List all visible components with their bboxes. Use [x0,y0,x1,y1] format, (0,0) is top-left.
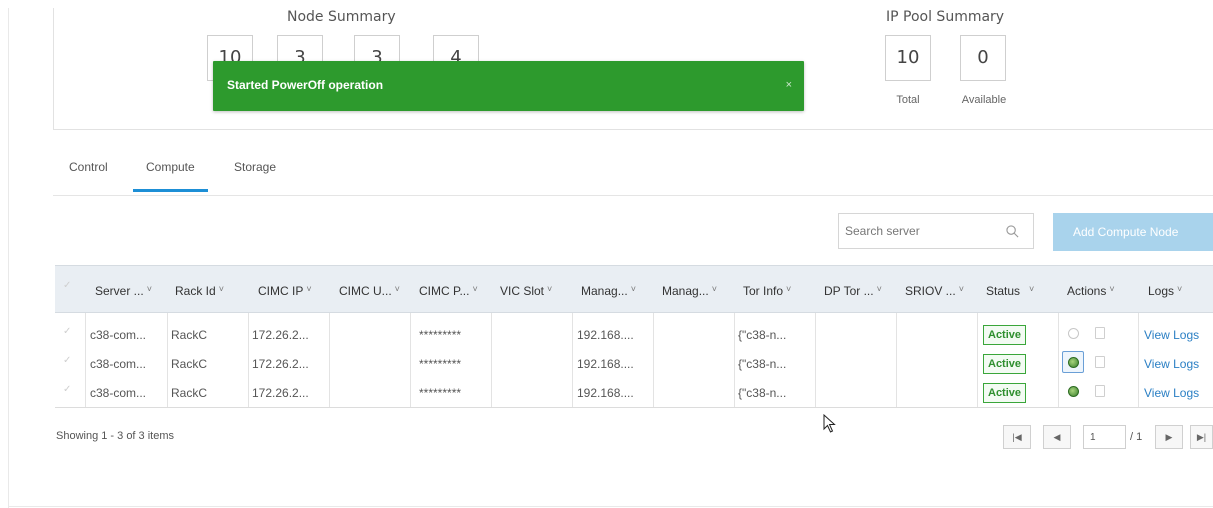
table-row[interactable]: ✓ c38-com... RackC 172.26.2... *********… [55,350,1213,379]
node-summary-title: Node Summary [287,9,396,25]
cell-management-ip: 192.168.... [577,357,634,371]
page-number-input[interactable] [1083,425,1126,449]
status-badge: Active [983,383,1027,403]
cell-server: c38-com... [90,328,147,342]
col-vic-slot[interactable]: VIC Slot ˅ [500,266,552,312]
cell-server: c38-com... [90,357,147,371]
trash-icon[interactable] [1095,327,1105,339]
ip-pool-available-label: Available [961,94,1007,106]
toast-message: Started PowerOff operation [227,78,384,92]
chevron-down-icon: ˅ [218,284,224,294]
chevron-down-icon: ˅ [306,284,312,294]
table-row[interactable]: ✓ c38-com... RackC 172.26.2... *********… [55,321,1213,350]
cell-management-ip: 192.168.... [577,386,634,400]
previous-page-icon[interactable]: ◀ [1043,425,1071,449]
power-on-icon[interactable] [1068,386,1079,397]
toast-close-icon[interactable]: × [786,79,792,91]
col-cimc-ip[interactable]: CIMC IP ˅ [258,266,312,312]
view-logs-link[interactable]: View Logs [1144,386,1199,400]
col-management-2[interactable]: Manag... ˅ [662,266,717,312]
tab-control[interactable]: Control [69,160,108,174]
tab-compute[interactable]: Compute [133,160,208,192]
col-server[interactable]: Server ... ˅ [95,266,152,312]
table-body: ✓ c38-com... RackC 172.26.2... *********… [55,318,1213,408]
chevron-down-icon: ˅ [958,284,964,294]
col-cimc-user[interactable]: CIMC U... ˅ [339,266,400,312]
status-badge: Active [983,354,1027,374]
col-dp-tor[interactable]: DP Tor ... ˅ [824,266,882,312]
chevron-down-icon: ˅ [1177,284,1183,294]
tabs-divider [53,195,1213,196]
ip-pool-total-label: Total [896,94,920,106]
tab-storage[interactable]: Storage [234,160,276,174]
chevron-down-icon: ˅ [786,284,792,294]
power-on-icon[interactable] [1068,357,1079,368]
cell-cimc-password: ********* [419,328,462,342]
trash-icon[interactable] [1095,385,1105,397]
mouse-pointer-icon [823,414,836,433]
cell-tor-info: {"c38-n... [738,386,787,400]
cell-rack-id: RackC [171,357,208,371]
chevron-down-icon: ˅ [1109,284,1115,294]
col-status[interactable]: Status ˅ [986,266,1034,312]
page-total: / 1 [1130,431,1143,443]
cell-cimc-password: ********* [419,357,462,371]
page-bottom-border [8,506,1213,507]
row-checkbox[interactable]: ✓ [63,384,71,395]
select-all-checkbox[interactable]: ✓ [63,280,71,291]
row-checkbox[interactable]: ✓ [63,355,71,366]
status-badge: Active [983,325,1027,345]
cell-cimc-ip: 172.26.2... [252,328,309,342]
ip-pool-summary-title: IP Pool Summary [886,9,1005,25]
success-toast: Started PowerOff operation × [213,61,804,111]
view-logs-link[interactable]: View Logs [1144,328,1199,342]
cell-tor-info: {"c38-n... [738,357,787,371]
cell-cimc-password: ********* [419,386,462,400]
cell-management-ip: 192.168.... [577,328,634,342]
table-header: ✓ Server ... ˅ Rack Id ˅ CIMC IP ˅ CIMC U..… [55,265,1213,313]
view-logs-link[interactable]: View Logs [1144,357,1199,371]
chevron-down-icon: ˅ [876,284,882,294]
cell-server: c38-com... [90,386,147,400]
table-row[interactable]: ✓ c38-com... RackC 172.26.2... *********… [55,379,1213,408]
chevron-down-icon: ˅ [472,284,478,294]
trash-icon[interactable] [1095,356,1105,368]
chevron-down-icon: ˅ [547,284,553,294]
next-page-icon[interactable]: ▶ [1155,425,1183,449]
chevron-down-icon: ˅ [146,284,152,294]
chevron-down-icon: ˅ [630,284,636,294]
col-management-1[interactable]: Manag... ˅ [581,266,636,312]
search-server-box[interactable] [838,213,1034,249]
power-off-icon[interactable] [1068,328,1079,339]
chevron-down-icon: ˅ [394,284,400,294]
chevron-down-icon: ˅ [711,284,717,294]
cell-rack-id: RackC [171,386,208,400]
col-sriov[interactable]: SRIOV ... ˅ [905,266,964,312]
chevron-down-icon: ˅ [1029,284,1035,294]
search-server-input[interactable] [845,224,995,238]
cell-cimc-ip: 172.26.2... [252,386,309,400]
cell-tor-info: {"c38-n... [738,328,787,342]
ip-pool-available-value: 0 [960,35,1006,81]
col-logs[interactable]: Logs ˅ [1148,266,1182,312]
col-cimc-password[interactable]: CIMC P... ˅ [419,266,478,312]
page-left-border [8,8,9,508]
cell-rack-id: RackC [171,328,208,342]
add-compute-node-button[interactable]: Add Compute Node [1053,213,1213,251]
first-page-icon[interactable]: |◀ [1003,425,1031,449]
col-tor-info[interactable]: Tor Info ˅ [743,266,791,312]
col-actions[interactable]: Actions ˅ [1067,266,1115,312]
pagination-summary: Showing 1 - 3 of 3 items [56,430,175,442]
row-checkbox[interactable]: ✓ [63,326,71,337]
cell-cimc-ip: 172.26.2... [252,357,309,371]
search-icon[interactable] [1006,225,1019,238]
col-rack-id[interactable]: Rack Id ˅ [175,266,224,312]
last-page-icon[interactable]: ▶| [1190,425,1213,449]
ip-pool-total-value: 10 [885,35,931,81]
